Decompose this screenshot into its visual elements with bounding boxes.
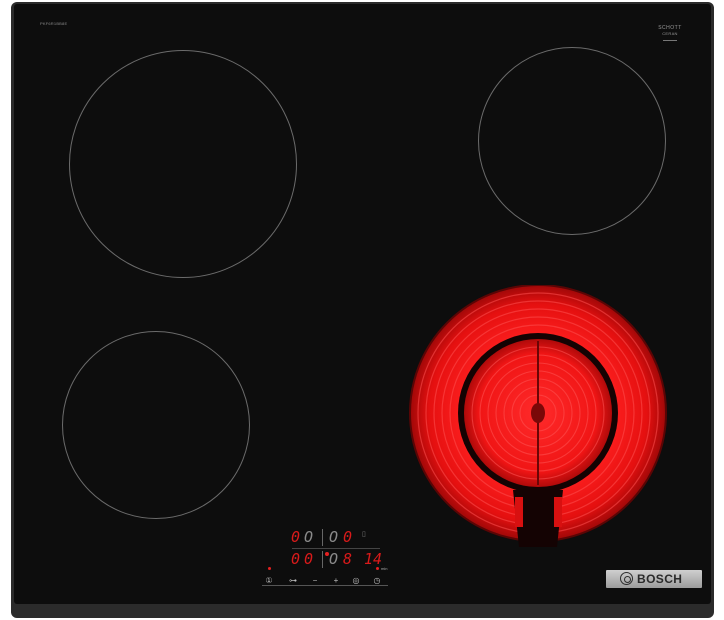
display-rear-right-level: 0: [343, 528, 353, 546]
display-divider-top: [322, 529, 323, 546]
display-rear-left-o: O: [304, 528, 314, 546]
control-strip-line: [262, 585, 388, 586]
glass-maker-underline: [663, 40, 677, 41]
display-divider-bottom: [322, 551, 323, 568]
lock-button-icon[interactable]: ⊶: [287, 576, 299, 585]
display-timer: 14: [364, 550, 383, 568]
display-rear-left-level: 0: [291, 528, 301, 546]
power-indicator-dot: [268, 567, 271, 570]
display-front-left-level-2: 0: [304, 550, 314, 568]
display-active-level: 8: [343, 550, 353, 568]
inner-heating-zone: [464, 339, 612, 487]
timer-unit-label: min: [381, 566, 388, 571]
zone-indicator-icon: ▯: [362, 531, 366, 538]
cooking-zone-front-right-active[interactable]: [405, 285, 671, 547]
left-stem: [515, 497, 523, 527]
right-stem: [554, 497, 562, 527]
timer-button-icon[interactable]: ◷: [371, 576, 383, 585]
timer-indicator-dot: [376, 567, 379, 570]
plus-button[interactable]: +: [330, 576, 342, 585]
display-front-right-o: O: [329, 550, 339, 568]
display-rear-right-o: O: [329, 528, 339, 546]
model-code: PKF6R1BB8E: [40, 21, 68, 26]
power-button-icon[interactable]: ①: [263, 576, 275, 585]
brand-plate: BOSCH: [606, 570, 702, 588]
brand-name: BOSCH: [637, 572, 683, 586]
display-separator: [292, 548, 380, 549]
brand-logo-icon: [620, 572, 633, 585]
display-front-left-level: 0: [291, 550, 301, 568]
cooking-zone-rear-left[interactable]: [69, 50, 297, 278]
boost-button-icon[interactable]: ◎: [350, 576, 362, 585]
glass-product-name: CERAN: [662, 31, 678, 36]
glass-maker-logo: SCHOTT CERAN: [653, 25, 687, 41]
cooking-zone-front-left[interactable]: [62, 331, 250, 519]
minus-button[interactable]: −: [309, 576, 321, 585]
cooking-zone-rear-right[interactable]: [478, 47, 666, 235]
